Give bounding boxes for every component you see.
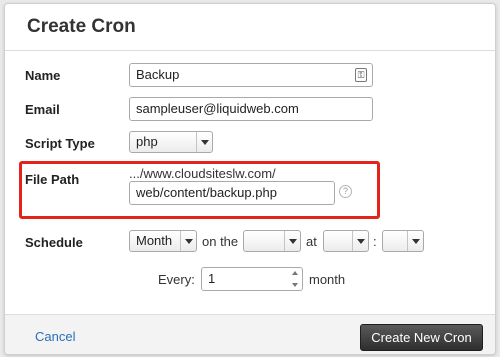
file-path-prefix: .../www.cloudsiteslw.com/: [129, 166, 276, 181]
chevron-down-icon: [196, 132, 212, 152]
title-divider: [5, 50, 495, 51]
name-input[interactable]: Backup ⚿: [129, 63, 373, 87]
every-label: Every:: [158, 272, 195, 287]
chevron-down-icon: [180, 231, 196, 251]
on-the-text: on the: [202, 234, 239, 249]
schedule-label: Schedule: [25, 235, 83, 250]
script-type-label: Script Type: [25, 136, 95, 151]
file-path-input-value: web/content/backup.php: [136, 185, 277, 200]
chevron-down-icon: [407, 231, 423, 251]
dialog-title: Create Cron: [27, 16, 136, 37]
script-type-select[interactable]: php: [129, 131, 213, 153]
every-unit: month: [309, 272, 346, 287]
schedule-minute-select[interactable]: [382, 230, 424, 252]
email-label: Email: [25, 102, 60, 117]
schedule-frequency-select[interactable]: Month: [129, 230, 197, 252]
email-input[interactable]: sampleuser@liquidweb.com: [129, 97, 373, 121]
every-number-input[interactable]: 1: [201, 267, 303, 291]
email-input-value: sampleuser@liquidweb.com: [136, 101, 299, 116]
schedule-day-select[interactable]: [243, 230, 301, 252]
create-cron-dialog: Create Cron Name Backup ⚿ Email sampleus…: [4, 3, 496, 355]
schedule-frequency-value: Month: [136, 233, 173, 248]
chevron-down-icon: [284, 231, 300, 251]
script-type-value: php: [136, 134, 158, 149]
dialog-footer: Cancel Create New Cron: [5, 314, 495, 354]
chevron-down-icon: [352, 231, 368, 251]
file-path-label: File Path: [25, 172, 80, 187]
key-icon[interactable]: ⚿: [355, 68, 367, 82]
question-circle-icon[interactable]: ?: [339, 185, 352, 198]
cancel-link[interactable]: Cancel: [35, 329, 75, 344]
file-path-input[interactable]: web/content/backup.php: [129, 181, 335, 205]
name-input-value: Backup: [136, 67, 180, 82]
schedule-hour-select[interactable]: [323, 230, 369, 252]
name-label: Name: [25, 68, 61, 83]
at-text: at: [306, 234, 317, 249]
number-spinner-icon[interactable]: [290, 271, 299, 287]
time-separator: :: [373, 234, 377, 249]
every-number-value: 1: [208, 271, 216, 286]
create-new-cron-button[interactable]: Create New Cron: [360, 324, 483, 351]
